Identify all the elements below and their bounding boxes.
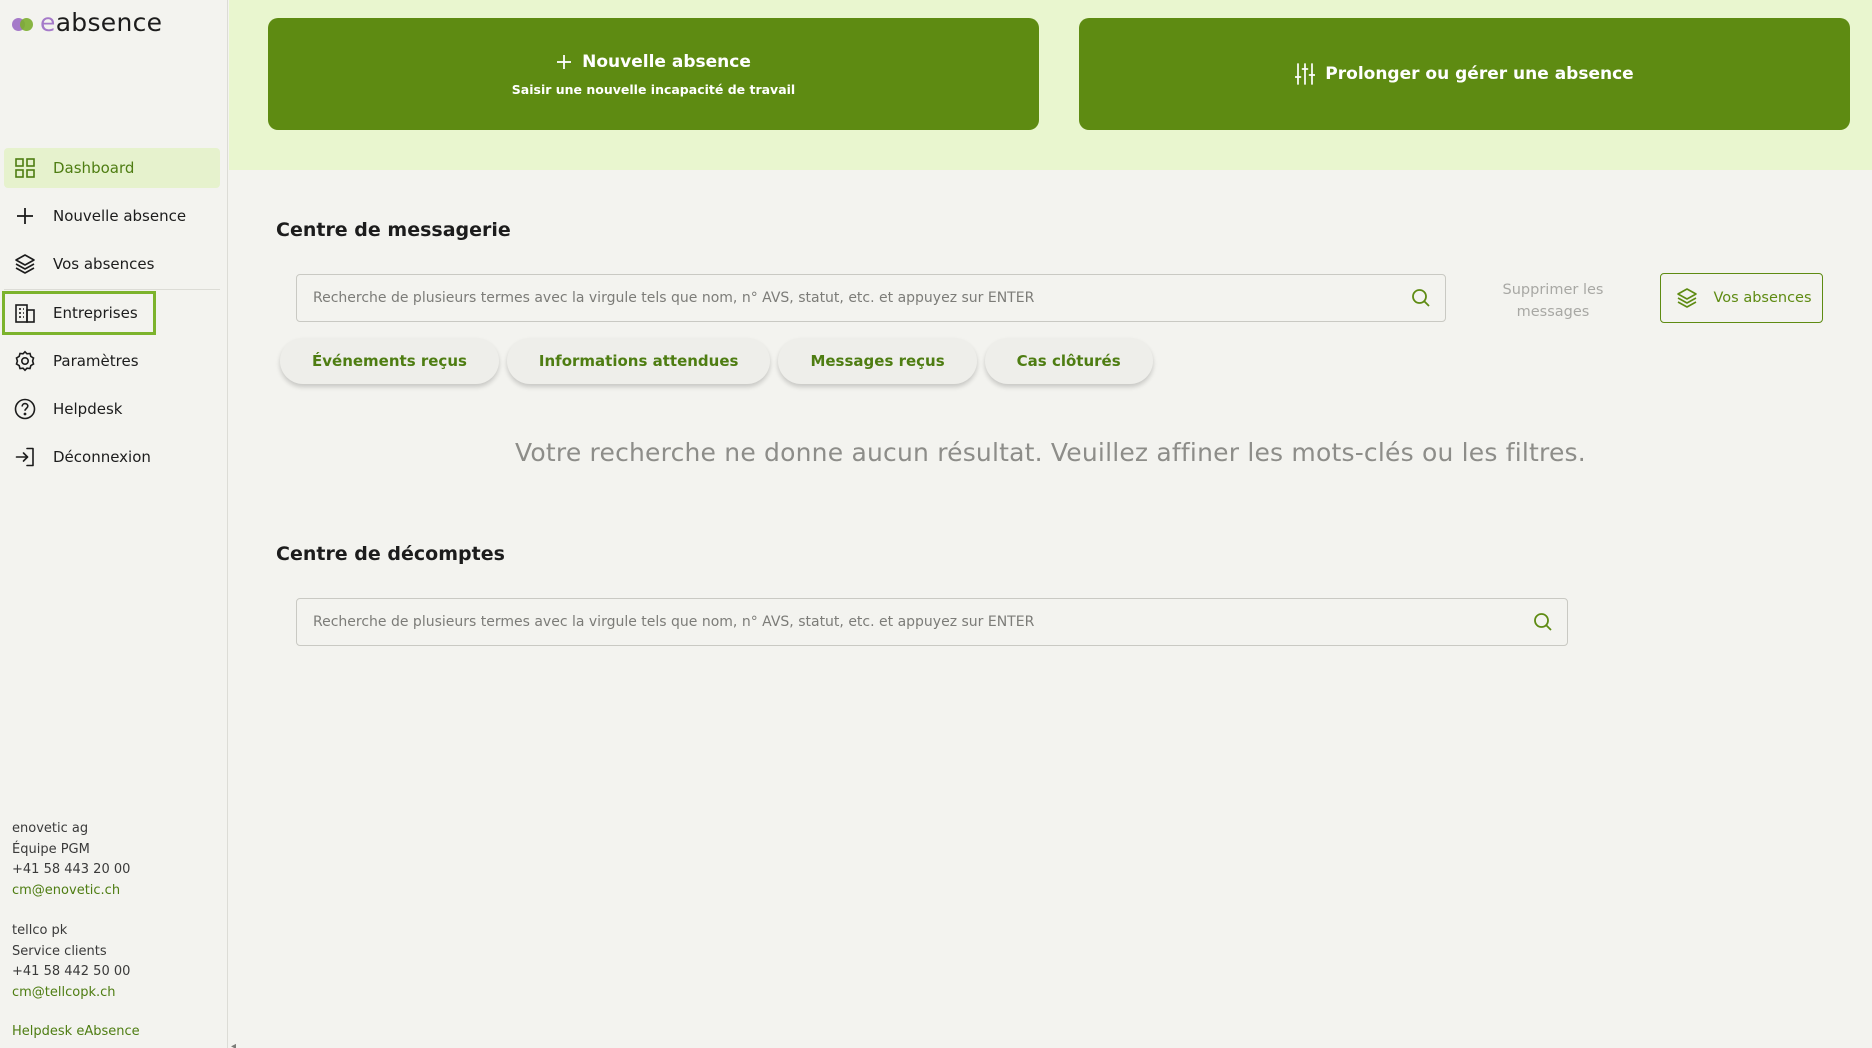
sidebar-item-nouvelle-absence[interactable]: Nouvelle absence <box>4 196 220 236</box>
search-icon[interactable] <box>1519 599 1567 645</box>
contact-company: tellco pk <box>12 923 68 938</box>
search-icon[interactable] <box>1397 275 1445 321</box>
contact-team: Équipe PGM <box>12 841 90 857</box>
dashboard-grid-icon <box>13 156 37 180</box>
sidebar-item-helpdesk[interactable]: Helpdesk <box>4 389 220 429</box>
sidebar-item-label: Paramètres <box>53 352 139 370</box>
vos-absences-label: Vos absences <box>1713 290 1812 306</box>
sidebar-item-label: Nouvelle absence <box>53 207 187 225</box>
tab-informations-attendues[interactable]: Informations attendues <box>506 338 771 384</box>
contact-company: enovetic ag <box>12 821 89 836</box>
contact-email-link[interactable]: cm@enovetic.ch <box>12 881 130 902</box>
question-circle-icon <box>13 397 37 421</box>
building-icon <box>13 301 37 325</box>
sidebar-item-entreprises[interactable]: Entreprises <box>2 291 156 335</box>
plus-icon <box>557 54 572 69</box>
contact-block-enovetic: enovetic ag Équipe PGM +41 58 443 20 00 … <box>12 819 130 901</box>
sidebar: eabsence Dashboard Nouvelle absence Vos … <box>0 0 228 1048</box>
sidebar-item-parametres[interactable]: Paramètres <box>4 341 220 381</box>
manage-absence-title: Prolonger ou gérer une absence <box>1325 64 1634 84</box>
sidebar-item-dashboard[interactable]: Dashboard <box>4 148 220 188</box>
messaging-tabs: Événements reçus Informations attendues … <box>280 338 1161 384</box>
sidebar-item-label: Helpdesk <box>53 400 123 418</box>
layers-icon <box>13 252 37 276</box>
sidebar-item-deconnexion[interactable]: Déconnexion <box>4 437 220 477</box>
logo-mark-icon <box>12 15 36 31</box>
messaging-search-field[interactable] <box>296 274 1446 322</box>
contact-email-link[interactable]: cm@tellcopk.ch <box>12 983 130 1004</box>
tab-cas-clotures[interactable]: Cas clôturés <box>984 338 1153 384</box>
messaging-center-title: Centre de messagerie <box>276 219 511 241</box>
layers-icon <box>1661 287 1713 309</box>
sidebar-collapse-handle[interactable]: ◂ <box>231 1041 236 1048</box>
sidebar-divider <box>4 289 220 290</box>
new-absence-button[interactable]: Nouvelle absence Saisir une nouvelle inc… <box>268 18 1039 130</box>
sidebar-item-label: Dashboard <box>53 159 135 177</box>
sidebar-item-label: Entreprises <box>53 304 138 322</box>
gear-icon <box>13 349 37 373</box>
logout-icon <box>13 445 37 469</box>
plus-icon <box>13 204 37 228</box>
statements-search-field[interactable] <box>296 598 1568 646</box>
sidebar-nav: Dashboard Nouvelle absence Vos absences … <box>2 148 220 485</box>
app-logo[interactable]: eabsence <box>12 8 162 37</box>
empty-results-message: Votre recherche ne donne aucun résultat.… <box>515 438 1586 467</box>
top-action-band: Nouvelle absence Saisir une nouvelle inc… <box>229 0 1872 170</box>
sidebar-item-label: Déconnexion <box>53 448 151 466</box>
new-absence-subtitle: Saisir une nouvelle incapacité de travai… <box>511 81 796 97</box>
tab-evenements-recus[interactable]: Événements reçus <box>280 338 499 384</box>
messaging-search-input[interactable] <box>313 290 1397 306</box>
logo-text: eabsence <box>40 8 163 37</box>
contact-phone: +41 58 443 20 00 <box>12 862 131 877</box>
new-absence-title: Nouvelle absence <box>582 51 751 72</box>
helpdesk-eabsence-link[interactable]: Helpdesk eAbsence <box>12 1024 140 1039</box>
sidebar-item-vos-absences[interactable]: Vos absences <box>4 244 220 284</box>
tab-messages-recus[interactable]: Messages reçus <box>778 338 977 384</box>
sliders-icon <box>1295 63 1316 85</box>
delete-messages-button[interactable]: Supprimer les messages <box>1480 279 1626 323</box>
contact-phone: +41 58 442 50 00 <box>12 964 131 979</box>
contact-team: Service clients <box>12 943 107 959</box>
contact-block-tellco: tellco pk Service clients +41 58 442 50 … <box>12 921 130 1003</box>
sidebar-item-label: Vos absences <box>53 255 155 273</box>
statements-center-title: Centre de décomptes <box>276 543 505 565</box>
vos-absences-button[interactable]: Vos absences <box>1660 273 1823 323</box>
manage-absence-button[interactable]: Prolonger ou gérer une absence <box>1079 18 1850 130</box>
statements-search-input[interactable] <box>313 614 1519 630</box>
